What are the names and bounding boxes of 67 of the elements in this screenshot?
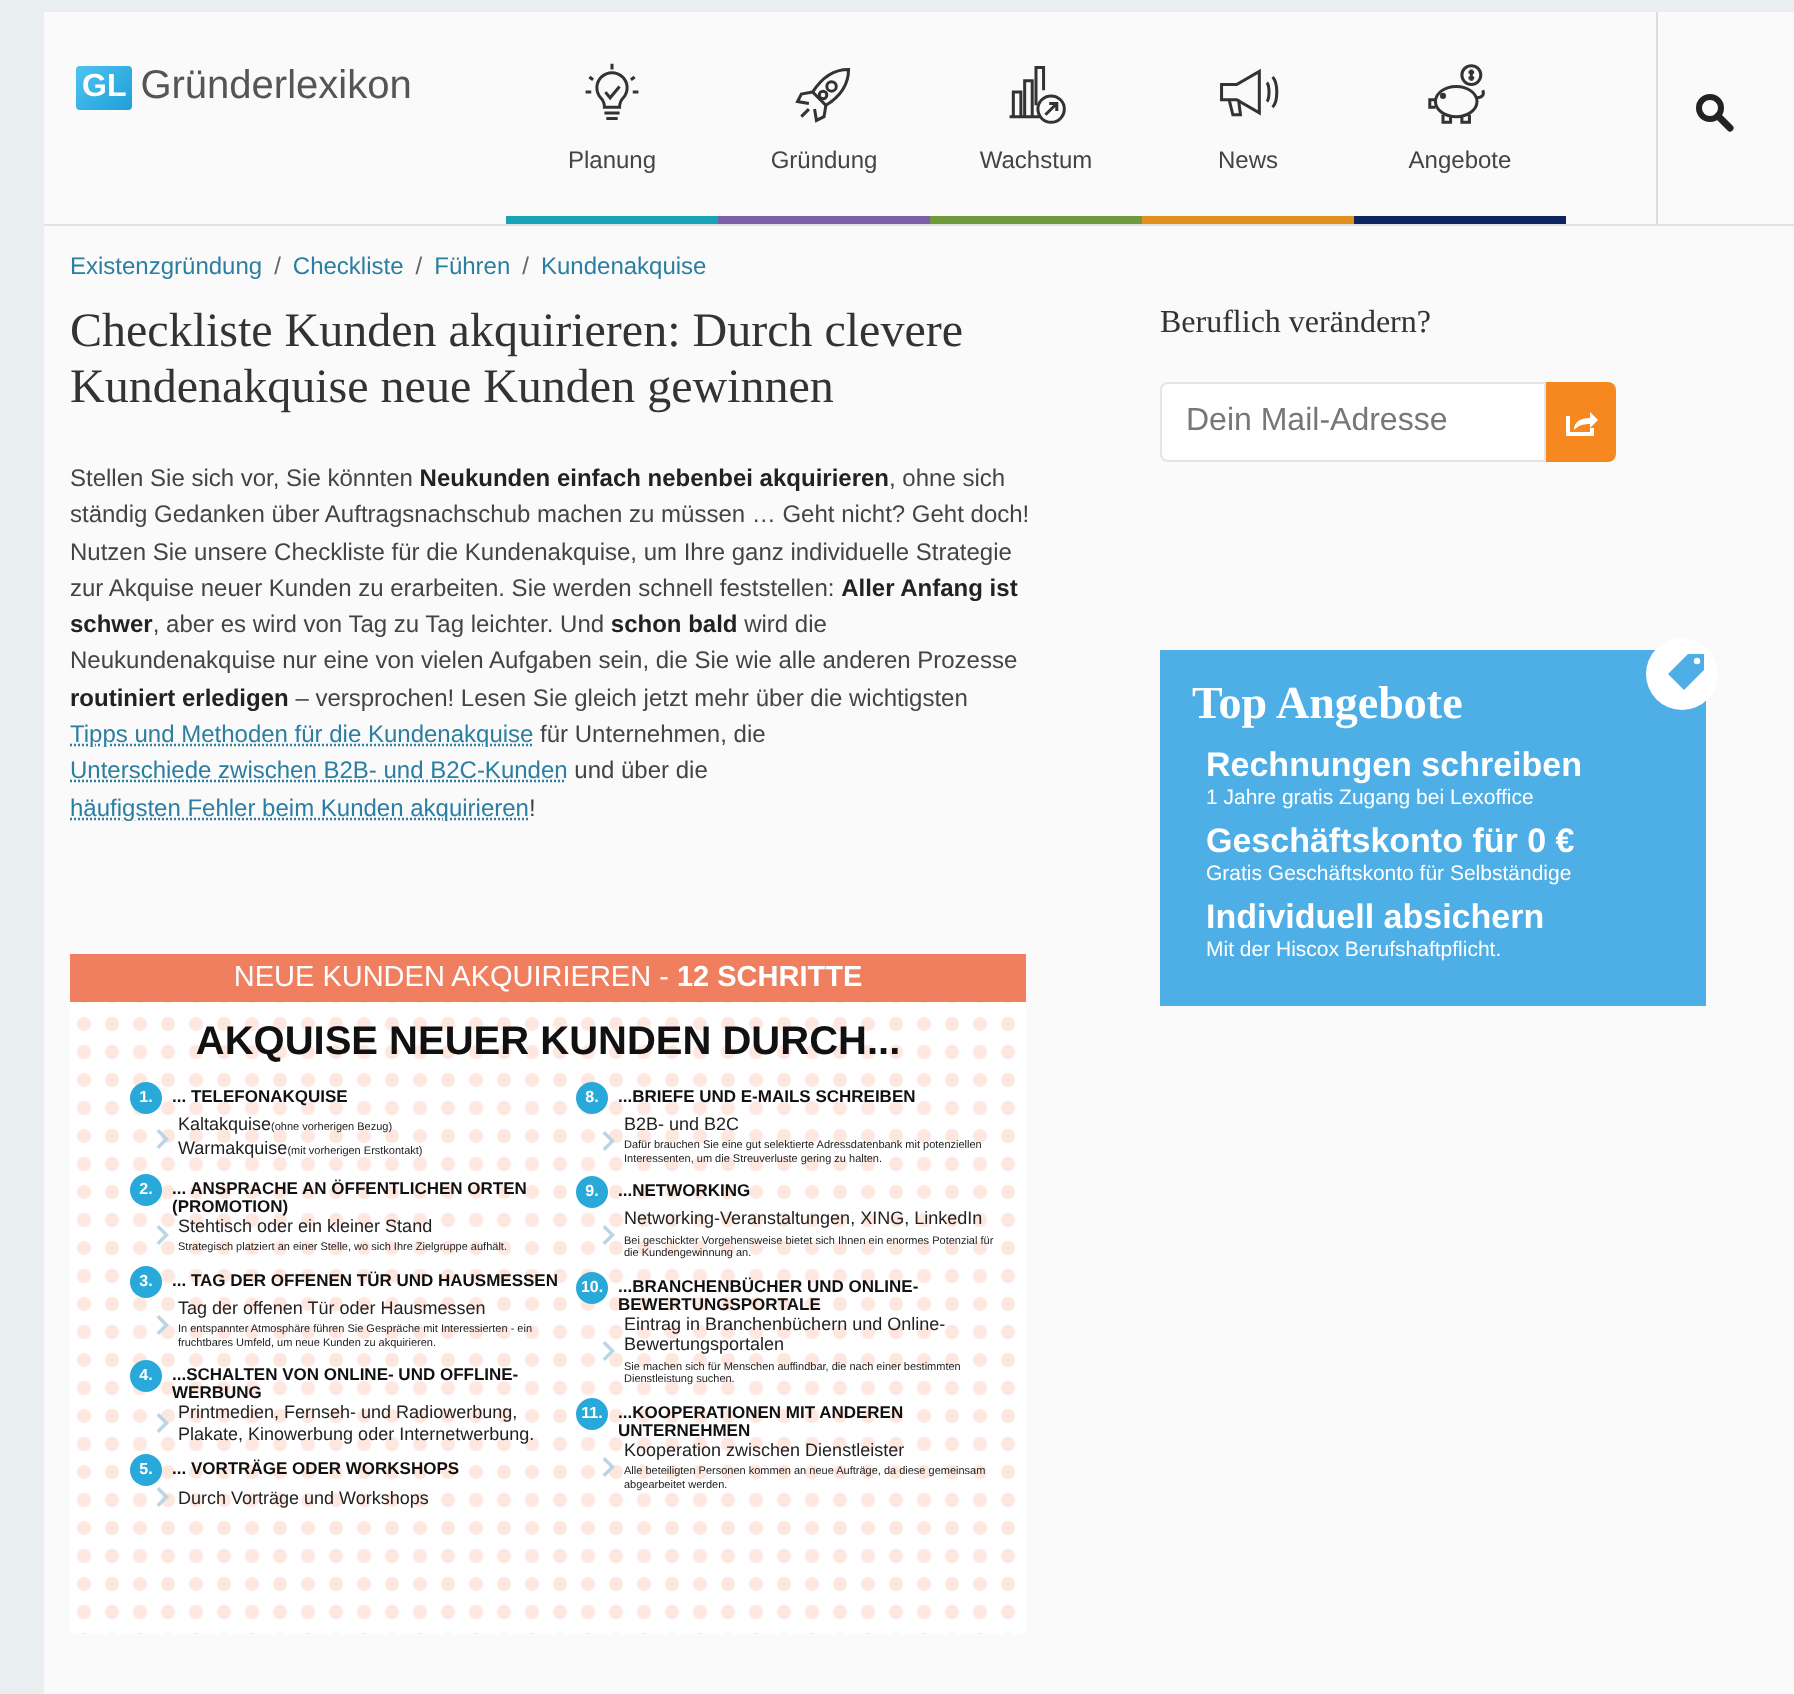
step-title: ... TELEFONAKQUISE <box>172 1083 348 1106</box>
chevron-icon <box>602 1224 616 1247</box>
intro-paragraph: Stellen Sie sich vor, Sie könnten Neukunden einfach nebenbei akquirieren, ohne sich ständig Gedanken über Auftragsnachschub machen zu müssen … Geht nicht? Geht doch! Nutzen Sie unsere Checkliste für die Kundenakquise, um Ihre ganz individuelle Strategie zur Akquise neuer Kunden zu erarbeiten. Sie werden schnell feststellen: Aller Anfang ist schwer, aber es wird von Tag zu Tag leichter. Und schon bald wird die Neukundenakquise nur eine von vielen Aufgaben sein, die Sie wie alle anderen Prozesse routiniert erledigen – versprochen! Lesen Sie gleich jetzt mehr über die wichtigsten Tipps und Methoden für die Kundenakquise für Unternehmen, die Unterschiede zwischen B2B- und B2C-Kunden und über die häufigsten Fehler beim Kunden akquirieren! <box>70 462 1030 826</box>
step-detail: Kooperation zwischen Dienstleister <box>624 1439 907 1461</box>
step-detail: Networking-Veranstaltungen, XING, LinkedIn <box>624 1208 985 1230</box>
step-title: ...KOOPERATIONEN MIT ANDEREN UNTERNEHMEN <box>618 1399 906 1440</box>
step-number: 3. <box>130 1265 162 1298</box>
chevron-icon <box>156 1127 170 1150</box>
offer-subtitle: Mit der Hiscox Berufshaftpflicht. <box>1206 938 1504 962</box>
nav-tab[interactable]: Wachstum <box>930 12 1142 224</box>
step-title: ... TAG DER OFFENEN TÜR UND HAUSMESSEN <box>172 1267 558 1290</box>
share-icon <box>1563 407 1599 437</box>
inline-link[interactable]: Unterschiede zwischen B2B- und B2C-Kunden <box>70 756 568 785</box>
step-title: ...SCHALTEN VON ONLINE- UND OFFLINE- WERBUNG <box>172 1362 521 1403</box>
step-number: 5. <box>130 1454 162 1487</box>
step-title: ...BRIEFE UND E-MAILS SCHREIBEN <box>618 1083 916 1106</box>
nav-tab[interactable]: Angebote <box>1354 12 1566 224</box>
logo-wordmark[interactable]: Gründerlexikon <box>140 64 412 110</box>
step-detail: Tag der offenen Tür oder Hausmessen <box>178 1297 488 1319</box>
step-number: 4. <box>130 1360 162 1393</box>
chevron-icon <box>156 1313 170 1336</box>
offer-link[interactable]: Rechnungen schreiben <box>1206 746 1582 786</box>
step-detail: Durch Vorträge und Workshops <box>178 1487 429 1509</box>
chevron-icon <box>156 1224 170 1247</box>
chevron-icon <box>602 1339 616 1362</box>
step-number: 2. <box>130 1173 162 1206</box>
chevron-icon <box>156 1412 170 1435</box>
article-title: Checkliste Kunden akquirieren: Durch clevere Kundenakquise neue Kunden gewinnen <box>70 304 965 416</box>
step-title: ...BRANCHENBÜCHER UND ONLINE-BEWERTUNGSPORTALE <box>618 1273 921 1314</box>
breadcrumb-separator: / <box>522 252 529 280</box>
offer-subtitle: Gratis Geschäftskonto für Selbständige <box>1206 862 1574 886</box>
breadcrumb-link[interactable]: Kundenakquise <box>541 252 707 280</box>
logo-badge[interactable]: GL <box>76 65 133 109</box>
step-number: 10. <box>576 1271 608 1304</box>
offer-link[interactable]: Geschäftskonto für 0 € <box>1206 822 1575 862</box>
inline-link[interactable]: häufigsten Fehler beim Kunden akquirieren <box>70 793 529 822</box>
breadcrumb-separator: / <box>274 252 281 280</box>
step-number: 1. <box>130 1081 162 1114</box>
step-number: 9. <box>576 1176 608 1209</box>
breadcrumb-separator: / <box>415 252 423 280</box>
search-icon[interactable] <box>1694 92 1734 132</box>
breadcrumb-link[interactable]: Checkliste <box>292 252 404 280</box>
step-title: ...NETWORKING <box>618 1178 751 1201</box>
nav-tab[interactable]: Planung <box>506 12 718 224</box>
breadcrumb-link[interactable]: Existenzgründung <box>70 252 263 280</box>
step-number: 8. <box>576 1081 608 1114</box>
chevron-icon <box>156 1486 170 1509</box>
step-detail: Printmedien, Fernseh- und Radiowerbung, Plakate, Kinowerbung oder Internetwerbung. <box>178 1402 537 1445</box>
newsletter-heading: Beruflich verändern? <box>1160 306 1433 342</box>
offer-subtitle: 1 Jahre gratis Zugang bei Lexoffice <box>1206 786 1536 810</box>
inline-link[interactable]: Tipps und Methoden für die Kundenakquise <box>70 720 534 749</box>
step-detail: Stehtisch oder ein kleiner Stand <box>178 1215 435 1237</box>
chevron-icon <box>602 1455 616 1478</box>
step-title: ... VORTRÄGE ODER WORKSHOPS <box>172 1456 460 1479</box>
breadcrumb-link[interactable]: Führen <box>434 252 511 280</box>
chevron-icon <box>602 1129 616 1152</box>
offer-link[interactable]: Individuell absichern <box>1206 898 1545 938</box>
email-field[interactable]: Dein Mail-Adresse <box>1160 382 1546 462</box>
infographic-title: AKQUISE NEUER KUNDEN DURCH... <box>193 1019 903 1066</box>
nav-tab[interactable]: News <box>1142 12 1354 224</box>
nav-tab[interactable]: Gründung <box>718 12 930 224</box>
step-detail: B2B- und B2C <box>624 1113 742 1135</box>
step-detail: Eintrag in Branchenbüchern und Online-Bewertungsportalen <box>624 1313 948 1356</box>
step-title: ... ANSPRACHE AN ÖFFENTLICHEN ORTEN (PROMOTION) <box>172 1175 529 1216</box>
infographic-banner: NEUE KUNDEN AKQUIRIEREN - 12 SCHRITTE <box>70 953 1026 1002</box>
offers-heading: Top Angebote <box>1192 678 1465 730</box>
step-number: 11. <box>576 1397 608 1430</box>
